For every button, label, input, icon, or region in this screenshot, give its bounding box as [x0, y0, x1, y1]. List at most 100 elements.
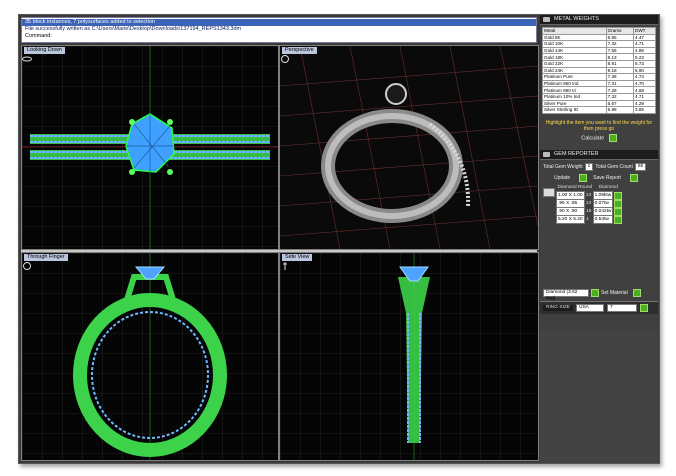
total-weight-field[interactable]: 1 [584, 162, 594, 171]
table-row[interactable]: Gold 8K 6.95 4.47 [542, 33, 656, 42]
dwt-cell: 4.71 [633, 40, 656, 48]
table-row[interactable]: Silver Pure 6.67 4.29 [542, 99, 656, 108]
dwt-cell: 4.86 [633, 46, 656, 55]
grams-cell: 8.13 [605, 53, 635, 61]
gem-select-button[interactable] [614, 207, 623, 216]
gem-weight-cell: 0.042tw [592, 207, 614, 217]
grams-cell: 7.32 [605, 92, 635, 101]
app-window: 35 block instances, 7 polysurfaces added… [18, 14, 660, 464]
gem-select-cell[interactable] [613, 191, 624, 200]
dwt-cell: 4.29 [633, 99, 656, 108]
command-line-2: File successfully written as C:\Users\Ma… [25, 26, 242, 32]
command-line-1: 35 block instances, 7 polysurfaces added… [22, 19, 536, 26]
dwt-cell: 5.90 [633, 66, 656, 75]
ring-size-button[interactable] [640, 304, 648, 313]
jewelry-tools-panel: METAL WEIGHTS Metal Grams DWT Gold 8K 6.9… [540, 15, 658, 463]
set-material-label: Set Material [601, 290, 628, 297]
gem-size-cell: .95 X .95 [555, 199, 586, 209]
gem-select-cell[interactable] [613, 199, 624, 208]
viewport-title[interactable]: Perspective [282, 47, 317, 54]
side-view-render [280, 253, 538, 460]
gem-size-cell: .90 X .90 [555, 207, 586, 217]
table-row[interactable]: Silver Sterling ID 5.98 3.85 [542, 106, 656, 114]
front-view-render [22, 253, 278, 460]
gem-select-button[interactable] [614, 199, 623, 208]
material-select[interactable]: Diamond (3.52 spg) [543, 289, 589, 301]
gem-weight-cell: 0.07tw [592, 199, 614, 209]
viewport-title[interactable]: Looking Down [24, 47, 65, 54]
grams-cell: 7.31 [605, 79, 635, 88]
gem-select-cell[interactable] [613, 207, 624, 216]
dwt-cell: 4.70 [633, 79, 656, 88]
gem-select-button[interactable] [614, 215, 623, 224]
grams-cell: 5.98 [605, 106, 635, 114]
viewport-side-view[interactable]: Side View [279, 252, 539, 461]
gem-weight-cell: 0.53tw [592, 215, 614, 225]
viewport-title[interactable]: Through Finger [24, 254, 68, 261]
view-cube-icon[interactable] [22, 261, 32, 271]
viewport-title[interactable]: Side View [282, 254, 313, 261]
total-count-label: Total Gem Count [595, 163, 633, 170]
table-row[interactable]: Platinum 950 Ind 7.31 4.70 [542, 79, 656, 88]
gem-select-button[interactable] [614, 191, 623, 200]
calculate-button[interactable] [608, 133, 617, 142]
metal-weights-hint: Highlight the item you want to find the … [545, 119, 653, 132]
command-prompt[interactable]: Command: [25, 33, 533, 40]
collapse-icon[interactable] [543, 17, 550, 22]
table-row[interactable]: Gold 14K 7.56 4.86 [542, 46, 656, 55]
ring-standard-select[interactable]: USA [576, 304, 604, 313]
material-dropdown-button[interactable] [591, 289, 599, 298]
total-count-field[interactable]: 65 [634, 162, 647, 171]
col-shape: Diamond Round [557, 185, 593, 191]
gem-size-cell: 1.00 X 1.00 [555, 191, 586, 201]
metal-cell: Gold 18K [542, 53, 607, 61]
metal-cell: Platinum 950 Ind [542, 79, 607, 88]
col-type: Diamond [598, 185, 618, 191]
metal-cell: Gold 10K [542, 40, 607, 48]
gem-select-cell[interactable] [613, 215, 624, 224]
collapse-icon[interactable] [543, 151, 550, 157]
viewport-perspective[interactable]: Perspective [279, 45, 539, 250]
metal-cell: Platinum 950 Iri [542, 86, 607, 94]
command-history[interactable]: 35 block instances, 7 polysurfaces added… [21, 17, 537, 43]
panel-empty-area [540, 330, 658, 463]
update-button[interactable] [579, 173, 588, 182]
view-cube-icon[interactable] [22, 54, 32, 64]
update-label: Update [554, 174, 571, 181]
viewport-looking-down[interactable]: Looking Down [21, 45, 279, 250]
diamond-icon [543, 187, 555, 197]
save-report-button[interactable] [629, 173, 638, 182]
calculate-row: Calculate [540, 133, 658, 142]
table-row[interactable]: Gold 18K 8.13 5.23 [542, 53, 656, 61]
gem-reporter-header[interactable]: GEM REPORTER [540, 149, 658, 160]
table-row[interactable]: Platinum 950 Iri 7.28 4.68 [542, 86, 656, 94]
col-grams: Grams [605, 27, 635, 35]
table-row[interactable]: Gold 22K 8.91 5.73 [542, 59, 656, 68]
gem-reporter-title: GEM REPORTER [554, 150, 599, 157]
table-row[interactable]: Gold 24K 9.18 5.90 [542, 66, 656, 75]
ring-size-select[interactable]: 7 [607, 304, 637, 313]
table-row[interactable]: Gold 10K 7.32 4.71 [542, 40, 656, 48]
grams-cell: 9.18 [605, 66, 635, 75]
dwt-cell: 3.85 [633, 106, 656, 114]
ring-size-row: RING SIZE USA 7 [540, 301, 658, 315]
metal-weights-header[interactable]: METAL WEIGHTS [540, 15, 658, 25]
gem-table[interactable]: Diamond Round Diamond 1.00 X 1.00 24 1.0… [542, 185, 623, 225]
set-material-button[interactable] [632, 289, 641, 298]
grams-cell: 7.32 [605, 40, 635, 48]
metal-cell: Silver Pure [542, 99, 607, 108]
table-header-row: Metal Grams DWT [542, 27, 656, 35]
table-row[interactable]: Platinum Pure 7.38 4.74 [542, 73, 656, 81]
metal-cell: Gold 22K [542, 59, 607, 68]
grams-cell: 6.95 [605, 33, 635, 42]
metal-weights-table[interactable]: Metal Grams DWT Gold 8K 6.95 4.47 Gold 10K… [542, 27, 656, 114]
save-report-label: Save Report [593, 174, 621, 181]
ring-size-label: RING SIZE [543, 305, 573, 312]
gem-count-cell: 1 [586, 217, 589, 223]
metal-cell: Gold 14K [542, 46, 607, 55]
view-cube-icon[interactable] [280, 261, 290, 271]
viewport-through-finger[interactable]: Through Finger [21, 252, 279, 461]
dwt-cell: 4.47 [633, 33, 656, 42]
table-row[interactable]: Platinum 10% Ind 7.32 4.71 [542, 92, 656, 101]
view-cube-icon[interactable] [280, 54, 290, 64]
